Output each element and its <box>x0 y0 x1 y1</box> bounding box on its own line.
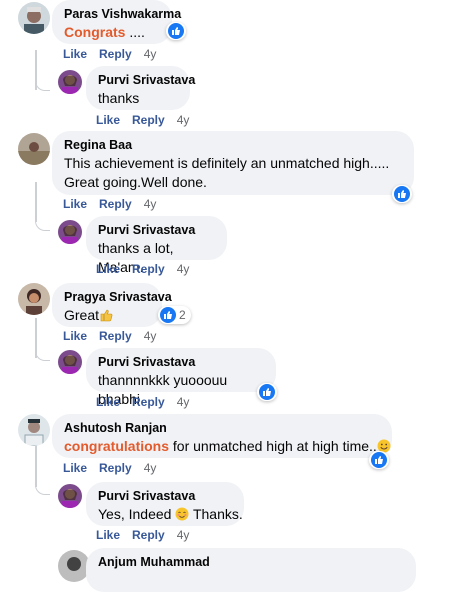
comment-bubble: Ashutosh Ranjan congratulations for unma… <box>52 414 392 458</box>
comment-text: Great <box>64 307 100 323</box>
comment-text: for unmatched high at high time.. <box>169 438 377 454</box>
like-button[interactable]: Like <box>96 395 120 409</box>
comment-actions: Like Reply 4y <box>96 262 189 276</box>
comment-highlight-text: Congrats <box>64 24 126 40</box>
timestamp[interactable]: 4y <box>144 47 157 61</box>
blush-emoji-icon <box>175 507 189 521</box>
reply-button[interactable]: Reply <box>132 113 165 127</box>
reaction-badge[interactable] <box>392 185 412 203</box>
comment-text-line2: Great going.Well done. <box>64 174 207 190</box>
comment-actions: Like Reply 4y <box>63 329 156 343</box>
thumbs-up-icon <box>259 384 275 400</box>
comment-author[interactable]: Purvi Srivastava <box>98 222 215 239</box>
reaction-badge[interactable]: 2 <box>158 306 191 324</box>
timestamp[interactable]: 4y <box>177 528 190 542</box>
comment-author[interactable]: Ashutosh Ranjan <box>64 420 380 437</box>
timestamp[interactable]: 4y <box>177 395 190 409</box>
reaction-badge[interactable] <box>369 451 389 469</box>
reply-button[interactable]: Reply <box>132 262 165 276</box>
like-button[interactable]: Like <box>63 197 87 211</box>
timestamp[interactable]: 4y <box>144 461 157 475</box>
like-button[interactable]: Like <box>96 113 120 127</box>
like-button[interactable]: Like <box>63 47 87 61</box>
thumbs-up-icon <box>371 452 387 468</box>
like-button[interactable]: Like <box>96 262 120 276</box>
reaction-badge[interactable] <box>257 383 277 401</box>
comment-bubble: Pragya Srivastava Great <box>52 283 172 327</box>
thumbs-up-emoji-icon <box>99 308 113 322</box>
reply-button[interactable]: Reply <box>132 395 165 409</box>
timestamp[interactable]: 4y <box>177 262 190 276</box>
comment-author[interactable]: Purvi Srivastava <box>98 354 264 371</box>
thread-elbow <box>35 346 50 361</box>
thread-elbow <box>35 76 50 91</box>
comment-text: .... <box>125 24 145 40</box>
avatar[interactable] <box>58 70 82 94</box>
reaction-count: 2 <box>179 308 186 322</box>
like-button[interactable]: Like <box>96 528 120 542</box>
comment-text-line1: This achievement is definitely an unmatc… <box>64 155 390 171</box>
timestamp[interactable]: 4y <box>144 197 157 211</box>
comment-actions: Like Reply 4y <box>63 47 156 61</box>
comment-text: thanks <box>98 90 140 106</box>
avatar[interactable] <box>18 2 50 34</box>
timestamp[interactable]: 4y <box>144 329 157 343</box>
thread-elbow <box>35 480 50 495</box>
comment-text-after: Thanks. <box>189 506 243 522</box>
comment-author[interactable]: Anjum Muhammad <box>98 554 404 571</box>
comment-bubble: Purvi Srivastava thannnnkkk yuooouu bhab… <box>86 348 276 407</box>
comment-actions: Like Reply 4y <box>63 197 156 211</box>
comment-author[interactable]: Purvi Srivastava <box>98 72 195 89</box>
comment-actions: Like Reply 4y <box>96 395 189 409</box>
thread-elbow <box>35 216 50 231</box>
avatar[interactable] <box>58 484 82 508</box>
comment-bubble: Purvi Srivastava thanks <box>86 66 195 110</box>
thumbs-up-icon <box>168 23 184 39</box>
comment-bubble: Paras Vishwakarma Congrats .... <box>52 0 181 44</box>
avatar[interactable] <box>18 414 50 446</box>
like-button[interactable]: Like <box>63 461 87 475</box>
comment-text-before: Yes, Indeed <box>98 506 176 522</box>
comment-actions: Like Reply 4y <box>63 461 156 475</box>
reply-button[interactable]: Reply <box>99 461 132 475</box>
reply-button[interactable]: Reply <box>132 528 165 542</box>
comment-actions: Like Reply 4y <box>96 113 189 127</box>
thumbs-up-icon <box>394 186 410 202</box>
comment-author[interactable]: Purvi Srivastava <box>98 488 232 505</box>
reaction-badge[interactable] <box>166 22 186 40</box>
timestamp[interactable]: 4y <box>177 113 190 127</box>
comment-bubble: Regina Baa This achievement is definitel… <box>52 131 414 195</box>
comment-bubble: Purvi Srivastava Yes, Indeed Thanks. <box>86 482 244 526</box>
comment-author[interactable]: Paras Vishwakarma <box>64 6 181 23</box>
comment-highlight-text: congratulations <box>64 438 170 454</box>
avatar[interactable] <box>58 350 82 374</box>
comment-author[interactable]: Regina Baa <box>64 137 402 154</box>
comment-bubble: Anjum Muhammad <box>86 548 416 592</box>
reply-button[interactable]: Reply <box>99 197 132 211</box>
like-button[interactable]: Like <box>63 329 87 343</box>
thumbs-up-icon <box>160 307 176 323</box>
reply-button[interactable]: Reply <box>99 329 132 343</box>
comment-bubble: Purvi Srivastava thanks a lot, Ma'am. <box>86 216 227 275</box>
avatar[interactable] <box>18 283 50 315</box>
comment-author[interactable]: Pragya Srivastava <box>64 289 172 306</box>
comment-actions: Like Reply 4y <box>96 528 189 542</box>
avatar[interactable] <box>18 133 50 165</box>
reply-button[interactable]: Reply <box>99 47 132 61</box>
avatar[interactable] <box>58 220 82 244</box>
